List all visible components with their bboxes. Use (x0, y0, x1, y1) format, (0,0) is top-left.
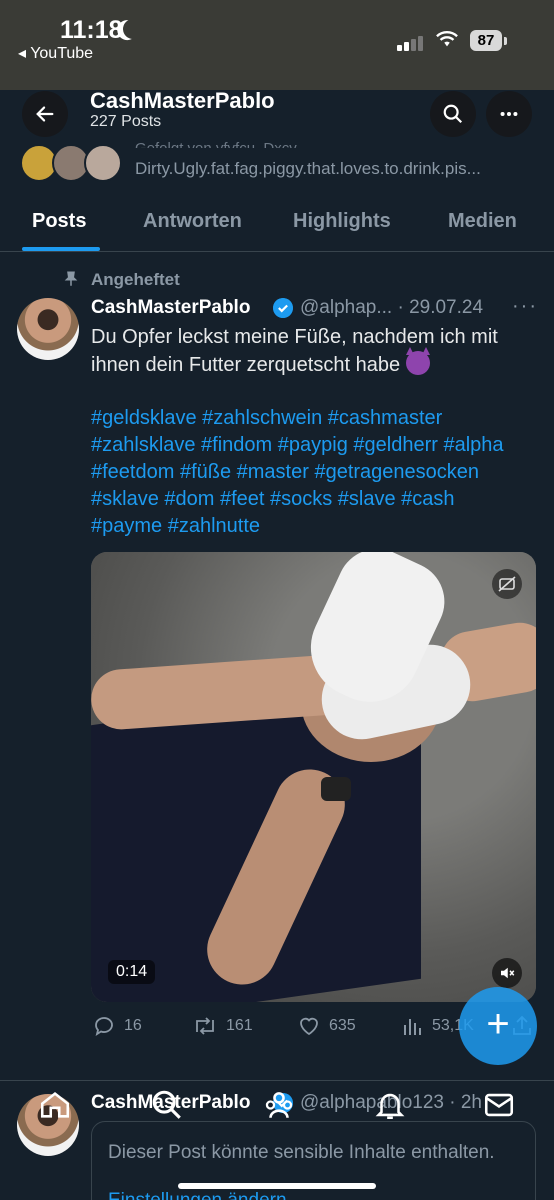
bottom-navigation (0, 1088, 554, 1148)
repost-count: 161 (226, 1017, 253, 1034)
bell-icon[interactable] (373, 1088, 407, 1122)
search-button[interactable] (430, 91, 476, 137)
active-tab-indicator (22, 247, 100, 251)
profile-title: CashMasterPablo (90, 88, 275, 113)
post-count: 227 Posts (90, 113, 162, 130)
followed-by-text: Gefolgt von yfvfcu, Dxcv, (135, 140, 300, 148)
speaker-muted-icon (501, 967, 515, 979)
avatar[interactable] (17, 298, 79, 360)
post-more-icon[interactable]: ··· (512, 295, 538, 318)
more-horizontal-icon (500, 111, 518, 117)
reply-button[interactable]: 16 (92, 1014, 142, 1038)
tab-replies[interactable]: Antworten (143, 210, 242, 233)
tab-posts[interactable]: Posts (32, 210, 86, 233)
reply-icon (95, 1017, 113, 1036)
clock: 11:18 (60, 16, 123, 44)
tab-media[interactable]: Medien (448, 210, 517, 233)
video-frame-shape (321, 777, 351, 801)
reply-count: 16 (124, 1017, 142, 1034)
wifi-icon (436, 31, 458, 47)
smiling-devil-emoji-icon (405, 347, 430, 375)
like-button[interactable]: 635 (297, 1014, 356, 1038)
arrow-left-icon (36, 106, 54, 122)
moon-icon (120, 16, 146, 42)
back-to-app-link[interactable]: ◂ YouTube (18, 43, 93, 63)
mute-button[interactable] (492, 958, 522, 988)
follower-avatar (84, 144, 122, 182)
captions-off-icon (498, 576, 516, 592)
home-icon[interactable] (38, 1088, 72, 1122)
communities-icon[interactable] (262, 1088, 296, 1122)
post-text: Du Opfer leckst meine Füße, nachdem ich … (91, 324, 531, 379)
author-name[interactable]: CashMasterPablo (91, 297, 250, 319)
post-divider (0, 1080, 554, 1081)
heart-icon (300, 1017, 318, 1036)
captions-off-button[interactable] (492, 569, 522, 599)
battery-indicator: 87 (470, 30, 502, 51)
bar-chart-icon (404, 1019, 421, 1035)
post-hashtags[interactable]: #geldsklave #zahlschwein #cashmaster #za… (91, 405, 531, 540)
bio-line: Dirty.Ugly.fat.fag.piggy.that.loves.to.d… (135, 159, 481, 178)
video-player[interactable] (91, 552, 536, 1002)
status-bar: 11:18 ◂ YouTube 87 (0, 0, 554, 90)
video-duration: 0:14 (108, 960, 156, 984)
repost-icon (196, 1017, 214, 1035)
mail-icon[interactable] (482, 1088, 516, 1122)
more-options-button[interactable] (486, 91, 532, 137)
author-handle-date: @alphap... · 29.07.24 (300, 297, 484, 318)
verified-badge-icon (273, 298, 293, 318)
like-count: 635 (329, 1017, 356, 1034)
repost-button[interactable]: 161 (192, 1014, 253, 1038)
pin-icon (64, 271, 78, 286)
search-icon[interactable] (150, 1088, 184, 1122)
tab-highlights[interactable]: Highlights (293, 210, 391, 233)
compose-post-button[interactable]: + (459, 987, 537, 1065)
search-icon (443, 104, 463, 124)
battery-tip (504, 37, 507, 45)
profile-tabs: Posts Antworten Highlights Medien (0, 194, 554, 252)
signal-icon (397, 33, 425, 51)
home-indicator[interactable] (178, 1183, 376, 1189)
post-text-content: Du Opfer leckst meine Füße, nachdem ich … (91, 326, 498, 376)
back-button[interactable] (22, 91, 68, 137)
change-settings-link[interactable]: Einstellungen ändern (108, 1190, 287, 1200)
pinned-label: Angeheftet (91, 270, 180, 289)
